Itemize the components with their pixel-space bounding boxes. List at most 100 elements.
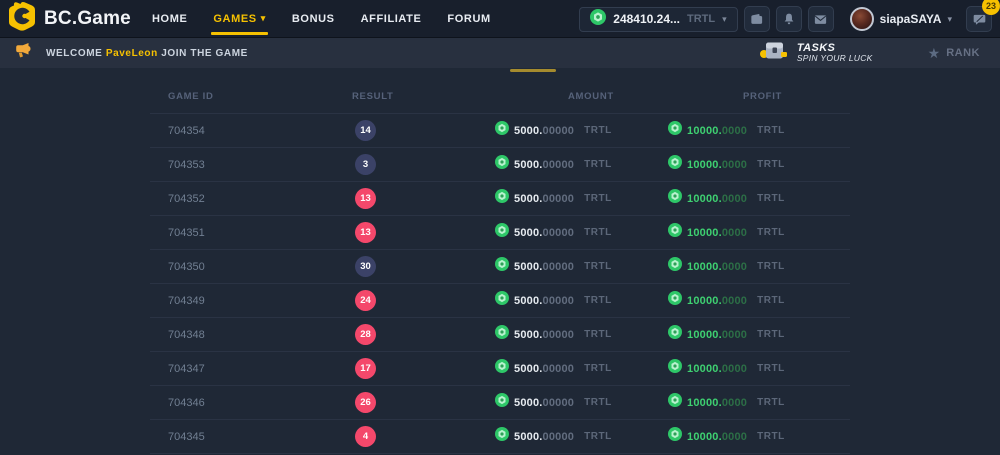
bcgame-logo-icon bbox=[8, 1, 36, 36]
mail-button[interactable] bbox=[808, 6, 834, 32]
amount-fraction: 00000 bbox=[543, 159, 575, 171]
wallet-icon bbox=[749, 12, 764, 27]
profit-fraction: 0000 bbox=[722, 431, 747, 443]
amount-cell: 5000. 00000 TRTL bbox=[445, 189, 660, 208]
amount-currency: TRTL bbox=[584, 227, 612, 238]
chat-icon bbox=[972, 12, 987, 27]
chat-unread-badge: 23 bbox=[982, 0, 1000, 15]
profit-cell: 10000. 0000 TRTL bbox=[660, 291, 850, 310]
amount-currency: TRTL bbox=[584, 397, 612, 408]
amount-fraction: 00000 bbox=[543, 261, 575, 273]
coin-icon bbox=[495, 257, 509, 276]
table-row[interactable]: 704351 13 5000. 00000 TRTL 10000. 0000 T… bbox=[150, 216, 850, 250]
table-row[interactable]: 704352 13 5000. 00000 TRTL 10000. 0000 T… bbox=[150, 182, 850, 216]
nav-item-home[interactable]: HOME bbox=[152, 0, 187, 37]
result-cell: 30 bbox=[325, 256, 445, 277]
result-badge: 28 bbox=[355, 324, 376, 345]
tasks-chest-icon bbox=[759, 39, 789, 68]
table-row[interactable]: 704348 28 5000. 00000 TRTL 10000. 0000 T… bbox=[150, 318, 850, 352]
profit-currency: TRTL bbox=[757, 193, 785, 204]
profit-currency: TRTL bbox=[757, 159, 785, 170]
banner-right: TASKS SPIN YOUR LUCK ★ RANK bbox=[759, 38, 980, 68]
profit-cell: 10000. 0000 TRTL bbox=[660, 325, 850, 344]
profit-currency: TRTL bbox=[757, 295, 785, 306]
table-row[interactable]: 704349 24 5000. 00000 TRTL 10000. 0000 T… bbox=[150, 284, 850, 318]
bets-table: GAME ID RESULT AMOUNT PROFIT 704354 14 5… bbox=[150, 68, 850, 454]
profit-value: 10000. bbox=[687, 363, 722, 375]
active-tab-indicator bbox=[510, 69, 556, 72]
result-cell: 4 bbox=[325, 426, 445, 447]
table-row[interactable]: 704346 26 5000. 00000 TRTL 10000. 0000 T… bbox=[150, 386, 850, 420]
profit-fraction: 0000 bbox=[722, 329, 747, 341]
profit-currency: TRTL bbox=[757, 227, 785, 238]
nav-item-forum[interactable]: FORUM bbox=[447, 0, 490, 37]
profit-value: 10000. bbox=[687, 397, 722, 409]
nav-item-bonus[interactable]: BONUS bbox=[292, 0, 335, 37]
profit-cell: 10000. 0000 TRTL bbox=[660, 257, 850, 276]
profit-fraction: 0000 bbox=[722, 227, 747, 239]
profit-value: 10000. bbox=[687, 295, 722, 307]
result-badge: 3 bbox=[355, 154, 376, 175]
coin-icon bbox=[668, 359, 682, 378]
profit-currency: TRTL bbox=[757, 431, 785, 442]
amount-currency: TRTL bbox=[584, 159, 612, 170]
game-id-cell: 704350 bbox=[150, 261, 325, 273]
amount-cell: 5000. 00000 TRTL bbox=[445, 393, 660, 412]
profit-cell: 10000. 0000 TRTL bbox=[660, 427, 850, 446]
amount-cell: 5000. 00000 TRTL bbox=[445, 121, 660, 140]
coin-icon bbox=[668, 427, 682, 446]
profit-fraction: 0000 bbox=[722, 159, 747, 171]
chat-button-wrap: 23 bbox=[966, 6, 992, 32]
balance-currency: TRTL bbox=[687, 13, 715, 25]
amount-value: 5000. bbox=[514, 363, 543, 375]
result-cell: 28 bbox=[325, 324, 445, 345]
amount-fraction: 00000 bbox=[543, 295, 575, 307]
rank-widget[interactable]: ★ RANK bbox=[928, 45, 980, 62]
profit-value: 10000. bbox=[687, 329, 722, 341]
coin-icon bbox=[668, 325, 682, 344]
amount-value: 5000. bbox=[514, 295, 543, 307]
result-badge: 13 bbox=[355, 222, 376, 243]
topbar-right: 248410.24... TRTL ▾ bbox=[579, 0, 992, 38]
profit-fraction: 0000 bbox=[722, 295, 747, 307]
amount-fraction: 00000 bbox=[543, 329, 575, 341]
amount-value: 5000. bbox=[514, 227, 543, 239]
welcome-username: PaveLeon bbox=[106, 48, 158, 59]
game-id-cell: 704353 bbox=[150, 159, 325, 171]
wallet-button[interactable] bbox=[744, 6, 770, 32]
username: siapaSAYA bbox=[880, 12, 942, 26]
coin-icon bbox=[668, 393, 682, 412]
profit-currency: TRTL bbox=[757, 329, 785, 340]
table-row[interactable]: 704345 4 5000. 00000 TRTL 10000. 0000 TR… bbox=[150, 420, 850, 454]
coin-icon bbox=[495, 189, 509, 208]
amount-cell: 5000. 00000 TRTL bbox=[445, 223, 660, 242]
coin-icon bbox=[668, 155, 682, 174]
profit-value: 10000. bbox=[687, 261, 722, 273]
result-cell: 13 bbox=[325, 222, 445, 243]
profit-fraction: 0000 bbox=[722, 363, 747, 375]
table-row[interactable]: 704347 17 5000. 00000 TRTL 10000. 0000 T… bbox=[150, 352, 850, 386]
avatar bbox=[850, 7, 874, 31]
profit-value: 10000. bbox=[687, 193, 722, 205]
table-row[interactable]: 704354 14 5000. 00000 TRTL 10000. 0000 T… bbox=[150, 114, 850, 148]
notifications-button[interactable] bbox=[776, 6, 802, 32]
chevron-down-icon: ▾ bbox=[261, 13, 266, 24]
table-row[interactable]: 704353 3 5000. 00000 TRTL 10000. 0000 TR… bbox=[150, 148, 850, 182]
profit-value: 10000. bbox=[687, 125, 722, 137]
profit-value: 10000. bbox=[687, 431, 722, 443]
result-badge: 14 bbox=[355, 120, 376, 141]
table-row[interactable]: 704350 30 5000. 00000 TRTL 10000. 0000 T… bbox=[150, 250, 850, 284]
coin-icon bbox=[495, 359, 509, 378]
nav-item-games[interactable]: GAMES▾ bbox=[213, 0, 265, 37]
nav-item-affiliate[interactable]: AFFILIATE bbox=[361, 0, 422, 37]
amount-cell: 5000. 00000 TRTL bbox=[445, 325, 660, 344]
amount-cell: 5000. 00000 TRTL bbox=[445, 359, 660, 378]
amount-currency: TRTL bbox=[584, 329, 612, 340]
coin-icon bbox=[668, 223, 682, 242]
amount-value: 5000. bbox=[514, 261, 543, 273]
balance-selector[interactable]: 248410.24... TRTL ▾ bbox=[579, 7, 737, 32]
brand-logo[interactable]: BC.Game bbox=[0, 1, 140, 36]
user-menu[interactable]: siapaSAYA ▾ bbox=[850, 7, 952, 31]
tasks-widget[interactable]: TASKS SPIN YOUR LUCK bbox=[759, 39, 873, 68]
result-badge: 26 bbox=[355, 392, 376, 413]
